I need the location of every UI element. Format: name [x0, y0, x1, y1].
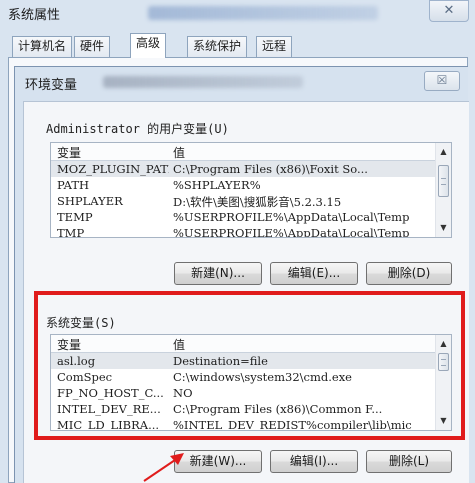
list-item[interactable]: SHPLAYER D:\软件\美图\搜狐影音\5.2.3.15	[51, 193, 435, 209]
tab-advanced[interactable]: 高级	[130, 33, 167, 58]
vertical-scrollbar[interactable]: ▲ ▼	[435, 143, 451, 237]
tab-system-protection[interactable]: 系统保护	[187, 36, 248, 57]
variable-value: C:\Program Files (x86)\Foxit So...	[173, 162, 368, 176]
variable-name: SHPLAYER	[57, 194, 123, 208]
dialog-title: 环境变量	[25, 78, 78, 93]
user-vars-list[interactable]: 变量 值 MOZ_PLUGIN_PATH C:\Program Files (x…	[50, 142, 452, 238]
list-item[interactable]: TMP %USERPROFILE%\AppData\Local\Temp	[51, 225, 435, 238]
list-header: 变量 值	[51, 143, 435, 161]
system-delete-button[interactable]: 删除(L)	[366, 450, 452, 473]
blurred-title-text	[103, 76, 303, 88]
user-vars-rows: MOZ_PLUGIN_PATH C:\Program Files (x86)\F…	[51, 161, 435, 238]
variable-name: TMP	[57, 226, 85, 238]
variable-value: D:\软件\美图\搜狐影音\5.2.3.15	[173, 195, 342, 209]
user-edit-button[interactable]: 编辑(E)...	[270, 262, 358, 285]
variable-name: TEMP	[57, 210, 93, 224]
window-close-button[interactable]: ✕	[429, 0, 469, 22]
user-vars-label: Administrator 的用户变量(U)	[46, 122, 229, 136]
blurred-title-text	[148, 6, 378, 20]
tab-computer-name[interactable]: 计算机名	[12, 36, 73, 57]
arrow-annotation-icon	[143, 453, 184, 482]
variable-value: %USERPROFILE%\AppData\Local\Temp	[173, 210, 410, 224]
window-title: 系统属性	[8, 8, 61, 23]
variable-name: MOZ_PLUGIN_PATH	[57, 162, 169, 176]
list-item[interactable]: TEMP %USERPROFILE%\AppData\Local\Temp	[51, 209, 435, 225]
list-item[interactable]: MOZ_PLUGIN_PATH C:\Program Files (x86)\F…	[51, 161, 435, 177]
dialog-close-button[interactable]: ☒	[424, 71, 460, 91]
variable-value: %USERPROFILE%\AppData\Local\Temp	[173, 226, 410, 238]
scrollbar-thumb[interactable]	[438, 165, 449, 197]
user-new-button[interactable]: 新建(N)...	[174, 262, 262, 285]
highlight-annotation	[34, 291, 465, 440]
variable-name: PATH	[57, 178, 90, 192]
tab-remote[interactable]: 远程	[256, 36, 293, 57]
list-item[interactable]: PATH %SHPLAYER%	[51, 177, 435, 193]
user-delete-button[interactable]: 删除(D)	[366, 262, 452, 285]
scroll-down-icon[interactable]: ▼	[436, 220, 451, 236]
variable-value: %SHPLAYER%	[173, 178, 261, 192]
column-value[interactable]: 值	[173, 144, 185, 161]
column-variable[interactable]: 变量	[57, 144, 81, 161]
scroll-up-icon[interactable]: ▲	[436, 144, 451, 160]
tab-hardware[interactable]: 硬件	[74, 36, 111, 57]
system-edit-button[interactable]: 编辑(I)...	[270, 450, 358, 473]
